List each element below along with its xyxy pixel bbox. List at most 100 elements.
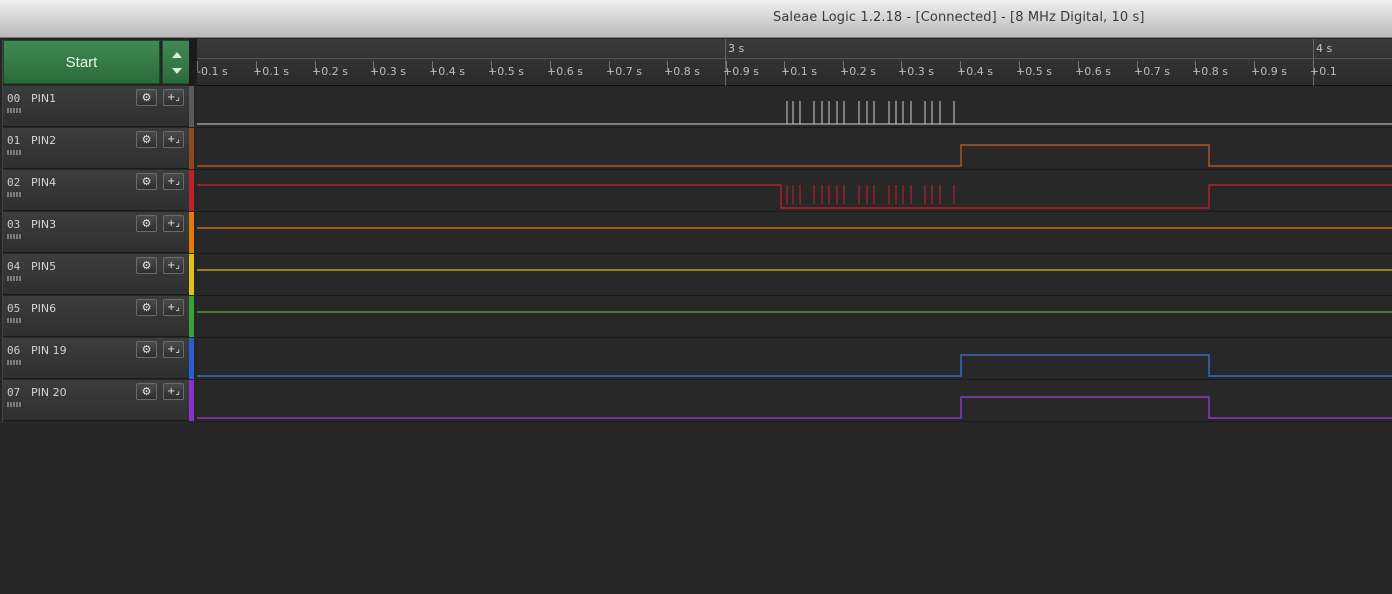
title-bar: Saleae Logic 1.2.18 - [Connected] - [8 M… [0, 0, 1392, 38]
channel-number: 06 [7, 344, 21, 357]
add-analyzer-icon: +⌟ [166, 134, 181, 145]
channel-name[interactable]: PIN6 [31, 302, 56, 315]
channel-settings-button[interactable]: ⚙ [136, 257, 157, 274]
waveform-row-bg [197, 296, 1392, 337]
arrow-up-icon[interactable] [172, 52, 182, 58]
channel-row[interactable]: 00 PIN1 ⚙ +⌟ [3, 86, 191, 127]
ruler-tick-label: +0.3 s [370, 65, 406, 78]
ruler-tick-label: +0.7 s [606, 65, 642, 78]
add-analyzer-button[interactable]: +⌟ [163, 173, 184, 190]
channel-settings-button[interactable]: ⚙ [136, 173, 157, 190]
ruler-tick-label: +0.9 s [723, 65, 759, 78]
channel-name[interactable]: PIN2 [31, 134, 56, 147]
channel-row[interactable]: 03 PIN3 ⚙ +⌟ [3, 212, 191, 253]
arrow-down-icon[interactable] [172, 68, 182, 74]
drag-handle-icon[interactable] [7, 318, 21, 323]
empty-area [0, 422, 1392, 594]
ruler-tick-label: -0.1 s [197, 65, 228, 78]
add-analyzer-icon: +⌟ [166, 176, 181, 187]
drag-handle-icon[interactable] [7, 276, 21, 281]
ruler-tick-label: +0.5 s [1016, 65, 1052, 78]
drag-handle-icon[interactable] [7, 234, 21, 239]
ruler-major-label: 3 s [728, 42, 745, 55]
channel-name[interactable]: PIN3 [31, 218, 56, 231]
ruler-tick-label: +0.4 s [957, 65, 993, 78]
drag-handle-icon[interactable] [7, 402, 21, 407]
channel-color-bar [189, 380, 194, 421]
channel-row[interactable]: 04 PIN5 ⚙ +⌟ [3, 254, 191, 295]
waveform-canvas[interactable] [197, 86, 1392, 422]
channel-number: 03 [7, 218, 21, 231]
channel-settings-button[interactable]: ⚙ [136, 131, 157, 148]
gear-icon: ⚙ [141, 385, 152, 398]
channel-number: 00 [7, 92, 21, 105]
channel-color-bar [189, 128, 194, 169]
add-analyzer-button[interactable]: +⌟ [163, 215, 184, 232]
gear-icon: ⚙ [141, 343, 152, 356]
channel-number: 01 [7, 134, 21, 147]
ruler-tick-label: +0.8 s [664, 65, 700, 78]
ruler-tick-label: +0.5 s [488, 65, 524, 78]
add-analyzer-icon: +⌟ [166, 92, 181, 103]
channel-settings-button[interactable]: ⚙ [136, 215, 157, 232]
drag-handle-icon[interactable] [7, 360, 21, 365]
waveform-row-bg [197, 170, 1392, 211]
channel-name[interactable]: PIN 20 [31, 386, 67, 399]
add-analyzer-button[interactable]: +⌟ [163, 89, 184, 106]
add-analyzer-button[interactable]: +⌟ [163, 299, 184, 316]
channel-name[interactable]: PIN1 [31, 92, 56, 105]
ruler-tick-label: +0.3 s [898, 65, 934, 78]
waveform-row-bg [197, 86, 1392, 127]
ruler-tick-label: +0.1 [1310, 65, 1337, 78]
drag-handle-icon[interactable] [7, 108, 21, 113]
channel-row[interactable]: 07 PIN 20 ⚙ +⌟ [3, 380, 191, 421]
channel-color-bar [189, 254, 194, 295]
waveform-row-bg [197, 254, 1392, 295]
add-analyzer-button[interactable]: +⌟ [163, 257, 184, 274]
channel-name[interactable]: PIN4 [31, 176, 56, 189]
window-title: Saleae Logic 1.2.18 - [Connected] - [8 M… [773, 10, 1145, 25]
start-options-spinner[interactable] [162, 40, 191, 84]
add-analyzer-button[interactable]: +⌟ [163, 131, 184, 148]
waveform-row-bg [197, 128, 1392, 169]
channel-name[interactable]: PIN5 [31, 260, 56, 273]
gear-icon: ⚙ [141, 301, 152, 314]
channel-color-bar [189, 212, 194, 253]
ruler-separator [189, 39, 197, 86]
channel-number: 07 [7, 386, 21, 399]
ruler-tick-label: +0.6 s [1075, 65, 1111, 78]
waveform-area[interactable] [197, 86, 1392, 422]
add-analyzer-icon: +⌟ [166, 218, 181, 229]
channel-row[interactable]: 01 PIN2 ⚙ +⌟ [3, 128, 191, 169]
add-analyzer-button[interactable]: +⌟ [163, 383, 184, 400]
time-ruler[interactable]: 3 s 4 s -0.1 s +0.1 s +0.2 s +0.3 s +0.4 s +0.5… [197, 39, 1392, 86]
channel-settings-button[interactable]: ⚙ [136, 383, 157, 400]
channel-row[interactable]: 05 PIN6 ⚙ +⌟ [3, 296, 191, 337]
ruler-major-band [197, 39, 1392, 59]
channel-settings-button[interactable]: ⚙ [136, 341, 157, 358]
ruler-tick-label: +0.8 s [1192, 65, 1228, 78]
channel-color-bar [189, 296, 194, 337]
channel-settings-button[interactable]: ⚙ [136, 89, 157, 106]
drag-handle-icon[interactable] [7, 150, 21, 155]
channel-number: 02 [7, 176, 21, 189]
channel-color-bar [189, 338, 194, 379]
add-analyzer-icon: +⌟ [166, 302, 181, 313]
ruler-tick-label: +0.4 s [429, 65, 465, 78]
channel-row[interactable]: 06 PIN 19 ⚙ +⌟ [3, 338, 191, 379]
ruler-tick-label: +0.9 s [1251, 65, 1287, 78]
waveform-row-bg [197, 212, 1392, 253]
ruler-major-label: 4 s [1316, 42, 1333, 55]
channel-row[interactable]: 02 PIN4 ⚙ +⌟ [3, 170, 191, 211]
ruler-tick-label: +0.2 s [312, 65, 348, 78]
gear-icon: ⚙ [141, 217, 152, 230]
channel-color-bar [189, 86, 194, 127]
channel-settings-button[interactable]: ⚙ [136, 299, 157, 316]
waveform-row-bg [197, 338, 1392, 379]
drag-handle-icon[interactable] [7, 192, 21, 197]
add-analyzer-icon: +⌟ [166, 386, 181, 397]
start-button[interactable]: Start [3, 40, 160, 84]
add-analyzer-button[interactable]: +⌟ [163, 341, 184, 358]
channel-name[interactable]: PIN 19 [31, 344, 67, 357]
channel-color-bar [189, 170, 194, 211]
